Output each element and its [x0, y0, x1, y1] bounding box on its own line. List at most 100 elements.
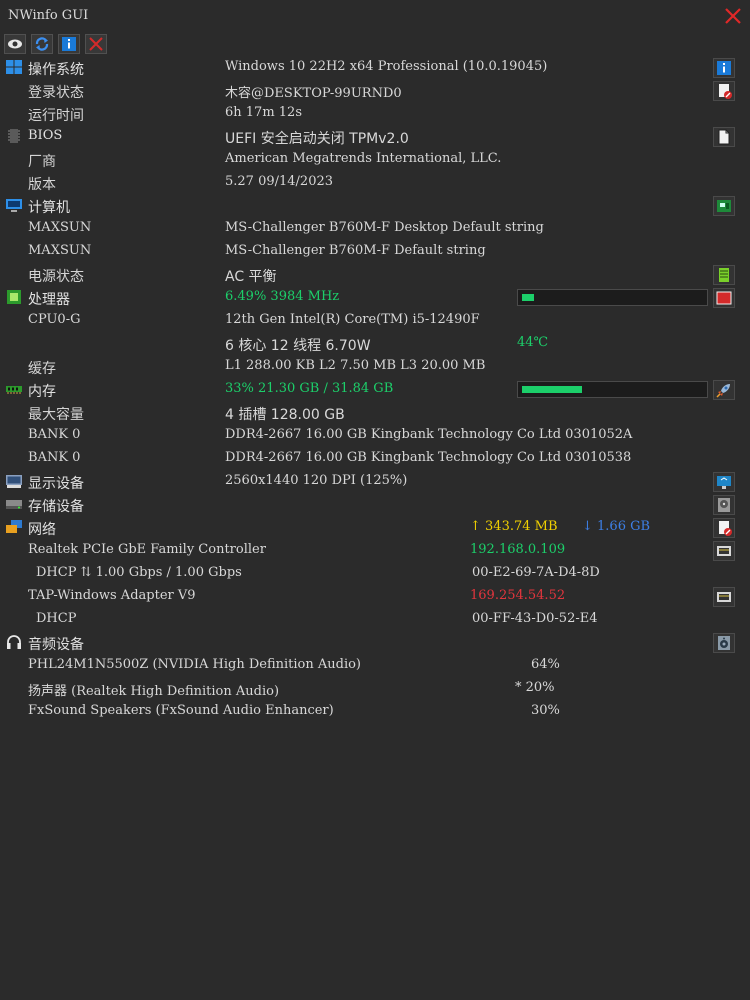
close-icon: [89, 37, 103, 51]
cache-label: 缓存: [28, 361, 56, 377]
hard-disk-icon: [718, 498, 730, 512]
display-screen-button[interactable]: [713, 472, 735, 492]
memory-max-label: 最大容量: [28, 407, 84, 423]
adapter1-detail: DHCP ⇅ 1.00 Gbps / 1.00 Gbps: [36, 565, 242, 580]
version-value: 5.27 09/14/2023: [225, 174, 334, 189]
audio-speaker-button[interactable]: [713, 633, 735, 653]
document-edit-icon: [719, 521, 732, 536]
disk-drive-icon: [6, 500, 22, 509]
network-label: 网络: [28, 522, 56, 538]
board1-value: MS-Challenger B760M-F Desktop Default st…: [225, 220, 544, 235]
power-label: 电源状态: [28, 269, 84, 285]
bios-file-button[interactable]: [713, 127, 735, 147]
speaker-icon: [718, 636, 730, 650]
memory-row[interactable]: 内存 33% 21.30 GB / 31.84 GB: [0, 378, 750, 401]
adapter2-ip: 169.254.54.52: [470, 588, 566, 603]
adapter2-detail: DHCP: [36, 611, 77, 626]
cpu-usage-bar: [517, 289, 708, 306]
computer-board-button[interactable]: [713, 196, 735, 216]
login-value: 木容@DESKTOP-99URND0: [225, 86, 402, 101]
storage-row[interactable]: 存储设备: [0, 493, 750, 516]
bank2-row: BANK 0 DDR4-2667 16.00 GB Kingbank Techn…: [0, 447, 750, 470]
info-button[interactable]: [58, 34, 80, 54]
audio-device-name: 扬声器 (Realtek High Definition Audio): [28, 684, 280, 699]
login-row: 登录状态 木容@DESKTOP-99URND0: [0, 79, 750, 102]
document-edit-icon: [719, 84, 732, 99]
network-icon: [6, 520, 22, 533]
screen-icon: [717, 476, 731, 489]
network-upload: ↑ 343.74 MB: [470, 519, 558, 534]
bank2-value: DDR4-2667 16.00 GB Kingbank Technology C…: [225, 450, 632, 465]
vendor-value: American Megatrends International, LLC.: [225, 151, 502, 166]
board1-label: MAXSUN: [28, 220, 92, 235]
os-row[interactable]: 操作系统 Windows 10 22H2 x64 Professional (1…: [0, 56, 750, 79]
cpu-name-row: CPU0-G 12th Gen Intel(R) Core(TM) i5-124…: [0, 309, 750, 332]
bios-chip-icon: [8, 129, 20, 143]
computer-row[interactable]: 计算机: [0, 194, 750, 217]
cpu-temp: 44℃: [517, 335, 549, 350]
eye-icon: [8, 39, 22, 49]
uptime-label: 运行时间: [28, 108, 84, 124]
login-copy-button[interactable]: [713, 81, 735, 101]
eye-button[interactable]: [4, 34, 26, 54]
storage-label: 存储设备: [28, 499, 84, 515]
bank1-row: BANK 0 DDR4-2667 16.00 GB Kingbank Techn…: [0, 424, 750, 447]
cpu-stop-button[interactable]: [713, 288, 735, 308]
adapter1-ip: 192.168.0.109: [470, 542, 566, 557]
audio-device-volume: 30%: [531, 703, 560, 718]
storage-disk-button[interactable]: [713, 495, 735, 515]
info-icon: [62, 37, 76, 51]
adapter2-port-button[interactable]: [713, 587, 735, 607]
cpu-chip-icon: [7, 290, 21, 304]
exit-button[interactable]: [85, 34, 107, 54]
stop-icon: [716, 291, 732, 305]
os-info-button[interactable]: [713, 58, 735, 78]
adapter1-row: Realtek PCIe GbE Family Controller 192.1…: [0, 539, 750, 562]
network-download: ↓ 1.66 GB: [582, 519, 651, 534]
cpu-usage: 6.49% 3984 MHz: [225, 289, 340, 304]
memory-usage-bar: [517, 381, 708, 398]
display-row[interactable]: 显示设备 2560x1440 120 DPI (125%): [0, 470, 750, 493]
adapter1-port-button[interactable]: [713, 541, 735, 561]
uptime-row: 运行时间 6h 17m 12s: [0, 102, 750, 125]
close-window-icon[interactable]: [722, 5, 744, 27]
ethernet-port-icon: [717, 592, 731, 602]
board2-value: MS-Challenger B760M-F Default string: [225, 243, 486, 258]
bios-row[interactable]: BIOS UEFI 安全启动关闭 TPMv2.0: [0, 125, 750, 148]
memory-max-value: 4 插槽 128.00 GB: [225, 407, 345, 423]
cpu-usage-fill: [522, 294, 534, 301]
audio-row[interactable]: 音频设备: [0, 631, 750, 654]
vendor-label: 厂商: [28, 154, 56, 170]
memory-clean-button[interactable]: [713, 380, 735, 400]
ethernet-port-icon: [717, 546, 731, 556]
audio-label: 音频设备: [28, 637, 84, 653]
monitor-icon: [6, 199, 22, 212]
cpu-cores: 6 核心 12 线程 6.70W: [225, 338, 371, 354]
adapter1-mac: 00-E2-69-7A-D4-8D: [472, 565, 600, 580]
board2-label: MAXSUN: [28, 243, 92, 258]
cpu-row[interactable]: 处理器 6.49% 3984 MHz: [0, 286, 750, 309]
file-icon: [718, 129, 730, 145]
headphones-icon: [7, 635, 21, 649]
version-row: 版本 5.27 09/14/2023: [0, 171, 750, 194]
power-battery-button[interactable]: [713, 265, 735, 285]
cache-row: 缓存 L1 288.00 KB L2 7.50 MB L3 20.00 MB: [0, 355, 750, 378]
network-edit-button[interactable]: [713, 518, 735, 538]
login-label: 登录状态: [28, 85, 84, 101]
motherboard-icon: [717, 200, 731, 212]
display-device-icon: [6, 475, 22, 488]
refresh-button[interactable]: [31, 34, 53, 54]
network-row[interactable]: 网络 ↑ 343.74 MB ↓ 1.66 GB: [0, 516, 750, 539]
board2-row: MAXSUN MS-Challenger B760M-F Default str…: [0, 240, 750, 263]
cpu-name-value: 12th Gen Intel(R) Core(TM) i5-12490F: [225, 312, 480, 327]
audio-device-volume: 64%: [531, 657, 560, 672]
cache-value: L1 288.00 KB L2 7.50 MB L3 20.00 MB: [225, 358, 486, 373]
power-row: 电源状态 AC 平衡: [0, 263, 750, 286]
title-bar: NWinfo GUI: [0, 0, 750, 32]
cpu-label: 处理器: [28, 292, 70, 308]
adapter2-row: TAP-Windows Adapter V9 169.254.54.52: [0, 585, 750, 608]
display-label: 显示设备: [28, 476, 84, 492]
adapter2-name: TAP-Windows Adapter V9: [28, 588, 196, 603]
audio-device-name: PHL24M1N5500Z (NVIDIA High Definition Au…: [28, 657, 362, 672]
windows-icon: [6, 60, 22, 74]
